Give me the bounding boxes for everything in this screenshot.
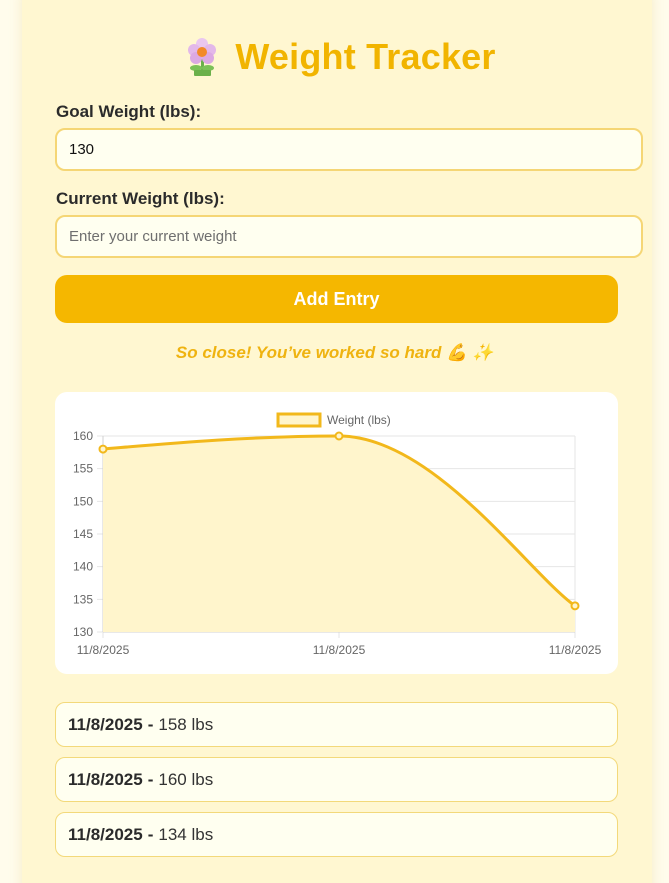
flower-icon [188, 38, 217, 76]
page-title: Weight Tracker [235, 36, 496, 77]
current-weight-input[interactable] [55, 215, 643, 258]
entry-weight: 158 lbs [158, 714, 214, 734]
entry-date: 11/8/2025 [68, 714, 143, 734]
motivation-message: So close! You’ve worked so hard 💪 ✨ [175, 343, 494, 362]
y-tick-label: 135 [73, 592, 93, 606]
data-point [570, 601, 580, 611]
current-weight-label: Current Weight (lbs): [56, 189, 225, 208]
entry-date: 11/8/2025 [68, 824, 143, 844]
entry-weight: 160 lbs [158, 769, 214, 789]
data-point [334, 431, 344, 441]
y-tick-label: 145 [73, 527, 93, 541]
entry-separator: - [147, 824, 154, 844]
data-point [98, 444, 108, 454]
y-tick-label: 140 [73, 560, 93, 574]
weight-chart: 130 135 140 145 150 155 160 11/8/2025 11/8/2025 1… [55, 392, 618, 674]
weight-chart-svg: 130 135 140 145 150 155 160 11/8/2025 11/8/2025 1… [73, 412, 602, 657]
y-tick-label: 155 [73, 462, 93, 476]
list-item: 11/8/2025 - 134 lbs [55, 812, 618, 857]
entry-date: 11/8/2025 [68, 769, 143, 789]
goal-weight-input[interactable] [55, 128, 643, 171]
legend-swatch [276, 412, 322, 428]
x-tick-label: 11/8/2025 [313, 643, 366, 657]
header: Weight Tracker [0, 36, 669, 78]
entry-separator: - [147, 714, 154, 734]
x-tick-label: 11/8/2025 [77, 643, 130, 657]
x-tick-label: 11/8/2025 [549, 643, 602, 657]
list-item: 11/8/2025 - 160 lbs [55, 757, 618, 802]
legend-label: Weight (lbs) [327, 413, 391, 427]
entry-list: 11/8/2025 - 158 lbs 11/8/2025 - 160 lbs … [55, 702, 618, 867]
add-entry-button[interactable]: Add Entry [55, 275, 618, 323]
list-item: 11/8/2025 - 158 lbs [55, 702, 618, 747]
y-tick-label: 130 [73, 625, 93, 639]
y-tick-label: 150 [73, 494, 93, 508]
y-tick-label: 160 [73, 429, 93, 443]
entry-weight: 134 lbs [158, 824, 214, 844]
goal-weight-label: Goal Weight (lbs): [56, 102, 202, 121]
entry-separator: - [147, 769, 154, 789]
